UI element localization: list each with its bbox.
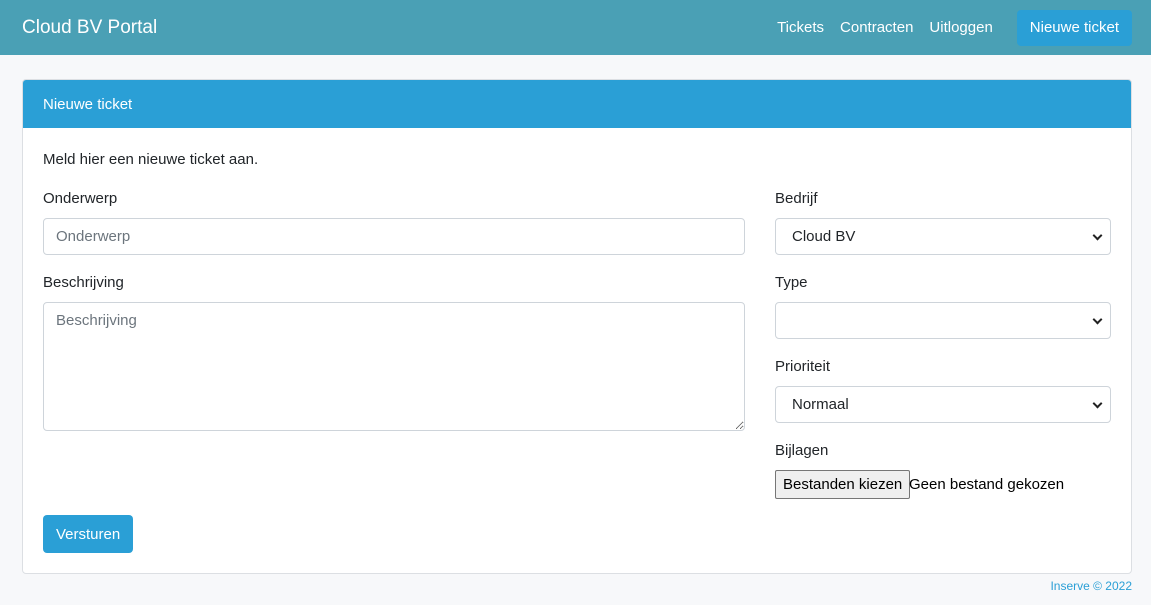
footer-text: Inserve © 2022 [1050, 579, 1132, 593]
card-title: Nieuwe ticket [43, 95, 133, 113]
type-select[interactable] [775, 302, 1111, 339]
nav-link-uitloggen[interactable]: Uitloggen [929, 19, 992, 36]
intro-text: Meld hier een nieuwe ticket aan. [43, 151, 259, 168]
choose-files-button[interactable]: Bestanden kiezen [775, 470, 911, 499]
submit-button[interactable]: Versturen [43, 515, 134, 553]
subject-input[interactable] [43, 218, 745, 255]
card-header: Nieuwe ticket [23, 80, 1131, 128]
priority-select[interactable]: Normaal [775, 386, 1111, 423]
company-select[interactable]: Cloud BV [775, 218, 1111, 255]
description-label: Beschrijving [43, 274, 124, 291]
chevron-down-icon [1092, 230, 1103, 241]
priority-select-value: Normaal [792, 396, 849, 413]
file-status-text: Geen bestand gekozen [909, 476, 1065, 493]
nav-link-contracten[interactable]: Contracten [840, 19, 913, 36]
nav-link-tickets[interactable]: Tickets [777, 19, 824, 36]
description-textarea[interactable] [43, 302, 745, 431]
subject-label: Onderwerp [43, 190, 118, 207]
nav-links: Tickets Contracten Uitloggen Nieuwe tick… [761, 9, 1132, 46]
brand-title[interactable]: Cloud BV Portal [22, 17, 157, 39]
top-navbar: Cloud BV Portal Tickets Contracten Uitlo… [0, 0, 1151, 55]
attachments-label: Bijlagen [775, 442, 829, 459]
company-select-value: Cloud BV [792, 228, 856, 245]
chevron-down-icon [1092, 398, 1103, 409]
new-ticket-card: Nieuwe ticket Meld hier een nieuwe ticke… [22, 79, 1132, 574]
chevron-down-icon [1092, 314, 1103, 325]
company-label: Bedrijf [775, 190, 818, 207]
type-label: Type [775, 274, 808, 291]
priority-label: Prioriteit [775, 358, 831, 375]
new-ticket-button[interactable]: Nieuwe ticket [1016, 9, 1132, 46]
